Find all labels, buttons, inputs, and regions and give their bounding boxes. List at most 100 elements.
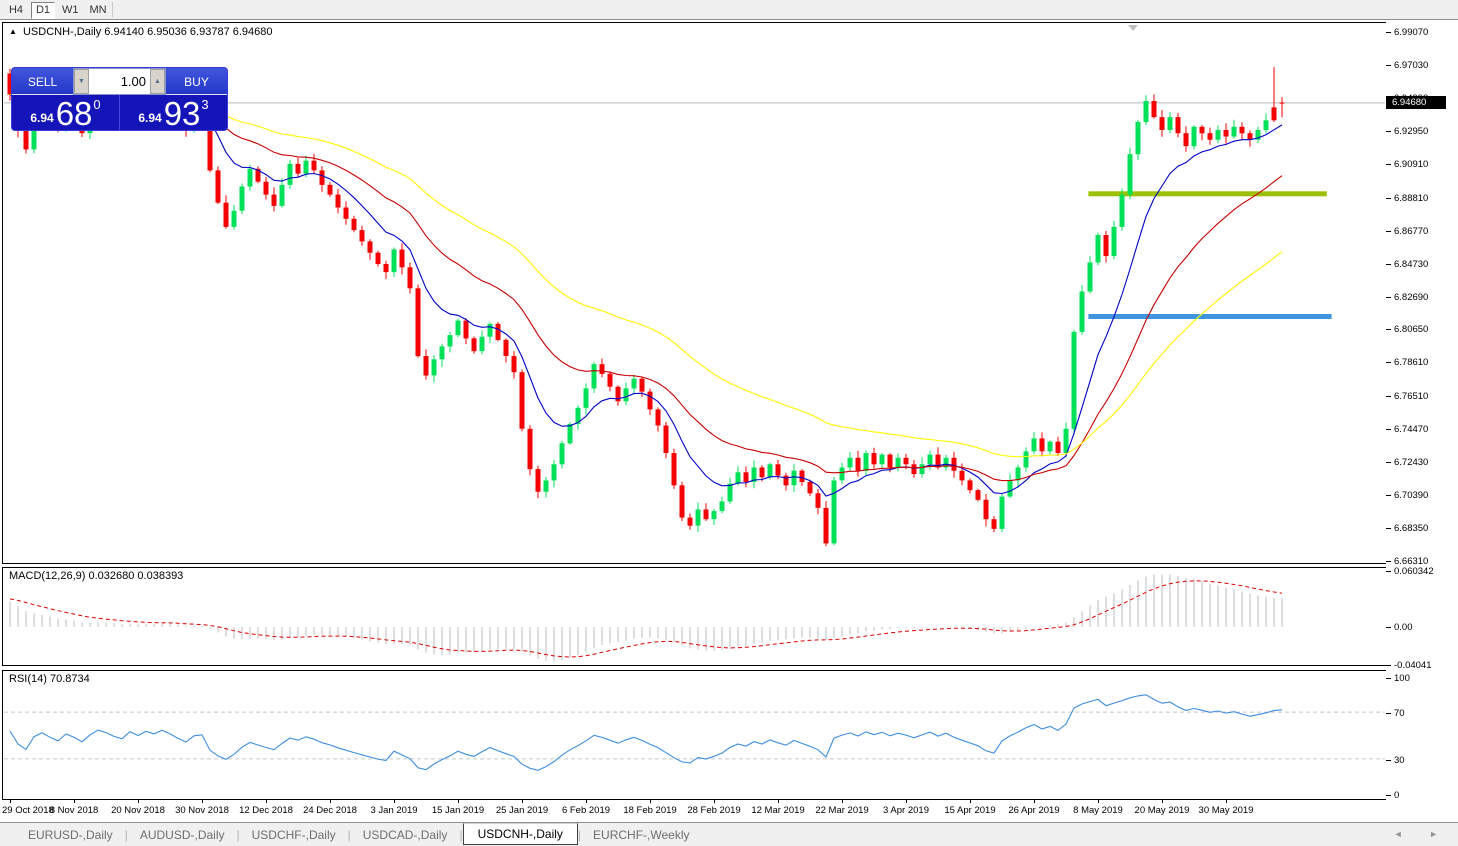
price-tick-label: 6.68350 (1394, 523, 1428, 534)
buy-price-big: 93 (164, 98, 201, 129)
timeframe-h4-button[interactable]: H4 (4, 2, 28, 19)
volume-increase-button[interactable]: ▲ (150, 69, 165, 94)
macd-tick-mark (1386, 665, 1391, 666)
tab-scroll-left-icon[interactable]: ◄ (1394, 829, 1415, 839)
date-tick-label: 20 Nov 2018 (111, 805, 165, 816)
price-tick-mark (1386, 164, 1391, 165)
macd-tick-label: -0.04041 (1394, 660, 1432, 671)
timeframe-mn-button[interactable]: MN (86, 2, 111, 19)
macd-tick-label: 0.060342 (1394, 566, 1434, 577)
date-tick-label: 29 Oct 2018 (2, 805, 54, 816)
buy-price-sup: 3 (201, 97, 208, 112)
timeframe-buttons: H4D1W1MN (4, 1, 111, 19)
buy-price-small: 6.94 (138, 111, 161, 125)
date-tick-mark (778, 800, 779, 803)
rsi-level-lines (4, 712, 1385, 759)
price-tick-mark (1386, 297, 1391, 298)
toolbar-separator (112, 2, 113, 17)
volume-input[interactable] (89, 69, 150, 94)
date-tick-label: 24 Dec 2018 (303, 805, 357, 816)
date-tick-label: 25 Jan 2019 (496, 805, 548, 816)
rsi-tick-mark (1386, 678, 1391, 679)
price-tick-mark (1386, 561, 1391, 562)
date-tick-label: 12 Dec 2018 (239, 805, 293, 816)
volume-decrease-button[interactable]: ▼ (74, 69, 89, 94)
date-tick-label: 30 Nov 2018 (175, 805, 229, 816)
symbol-tab-bar: EURUSD-,Daily|AUDUSD-,Daily|USDCHF-,Dail… (0, 822, 1458, 846)
sell-price-big: 68 (56, 98, 93, 129)
tab-usdcnh[interactable]: USDCNH-,Daily (463, 823, 578, 845)
price-tick-label: 6.82690 (1394, 292, 1428, 303)
macd-tick-label: 0.00 (1394, 622, 1413, 633)
date-tick-label: 3 Apr 2019 (883, 805, 929, 816)
chart-header: ▲ USDCNH-,Daily 6.94140 6.95036 6.93787 … (9, 26, 273, 38)
price-tick-label: 6.99070 (1394, 27, 1428, 38)
tab-usdcad[interactable]: USDCAD-,Daily (351, 825, 460, 845)
timeframe-d1-button[interactable]: D1 (31, 2, 55, 19)
date-tick-label: 28 Feb 2019 (687, 805, 740, 816)
price-tick-label: 6.92950 (1394, 126, 1428, 137)
macd-tick-mark (1386, 627, 1391, 628)
tab-usdchf[interactable]: USDCHF-,Daily (240, 825, 348, 845)
macd-panel[interactable]: MACD(12,26,9) 0.032680 0.038393 (2, 567, 1387, 666)
macd-signal-line (10, 581, 1282, 657)
price-tick-mark (1386, 495, 1391, 496)
date-tick-mark (266, 800, 267, 803)
volume-spinner: ▼ ▲ (73, 68, 166, 95)
timeframe-w1-button[interactable]: W1 (58, 2, 83, 19)
price-axis: 6.990706.970306.949906.929506.909106.888… (1386, 22, 1458, 820)
price-tick-label: 6.72430 (1394, 457, 1428, 468)
current-price-label: 6.94680 (1386, 96, 1446, 109)
date-tick-label: 20 May 2019 (1135, 805, 1190, 816)
price-tick-mark (1386, 462, 1391, 463)
date-tick-label: 18 Feb 2019 (623, 805, 676, 816)
rsi-panel[interactable]: RSI(14) 70.8734 (2, 670, 1387, 800)
date-tick-mark (394, 800, 395, 803)
price-tick-label: 6.86770 (1394, 226, 1428, 237)
macd-tick-mark (1386, 571, 1391, 572)
rsi-canvas (3, 671, 1386, 799)
date-tick-mark (138, 800, 139, 803)
collapse-icon[interactable]: ▲ (9, 27, 17, 36)
main-chart-panel[interactable]: ▲ USDCNH-,Daily 6.94140 6.95036 6.93787 … (2, 22, 1387, 564)
rsi-tick-label: 100 (1394, 673, 1410, 684)
date-tick-label: 12 Mar 2019 (751, 805, 804, 816)
price-tick-mark (1386, 528, 1391, 529)
date-tick-label: 26 Apr 2019 (1008, 805, 1059, 816)
macd-name: MACD(12,26,9) (9, 570, 85, 582)
tab-audusd[interactable]: AUDUSD-,Daily (128, 825, 237, 845)
moving-average-lines-layer (10, 95, 1282, 497)
date-tick-mark (650, 800, 651, 803)
price-tick-mark (1386, 396, 1391, 397)
tab-eurchf[interactable]: EURCHF-,Weekly (581, 825, 701, 845)
buy-price[interactable]: 6.94 93 3 (119, 95, 227, 131)
rsi-tick-label: 70 (1394, 708, 1405, 719)
one-click-trading-widget: SELL ▼ ▲ BUY 6.94 68 0 6.94 93 3 (11, 67, 228, 131)
date-tick-mark (458, 800, 459, 803)
price-tick-label: 6.84730 (1394, 259, 1428, 270)
price-tick-mark (1386, 264, 1391, 265)
price-tick-label: 6.80650 (1394, 324, 1428, 335)
date-tick-label: 8 Nov 2018 (50, 805, 99, 816)
tab-scroll-right-icon[interactable]: ► (1429, 829, 1450, 839)
date-tick-mark (522, 800, 523, 803)
price-tick-label: 6.90910 (1394, 159, 1428, 170)
symbol-tabs: EURUSD-,Daily|AUDUSD-,Daily|USDCHF-,Dail… (16, 825, 701, 845)
date-tick-label: 15 Jan 2019 (432, 805, 484, 816)
candles-layer (8, 67, 1285, 546)
sell-button[interactable]: SELL (12, 68, 73, 95)
date-tick-mark (1162, 800, 1163, 803)
tab-eurusd[interactable]: EURUSD-,Daily (16, 825, 125, 845)
sell-price[interactable]: 6.94 68 0 (12, 95, 119, 131)
chart-symbol-label: USDCNH-,Daily (23, 26, 101, 38)
rsi-tick-label: 30 (1394, 755, 1405, 766)
date-tick-mark (906, 800, 907, 803)
date-tick-label: 22 Mar 2019 (815, 805, 868, 816)
macd-label: MACD(12,26,9) 0.032680 0.038393 (9, 570, 183, 582)
price-tick-mark (1386, 362, 1391, 363)
price-tick-label: 6.78610 (1394, 357, 1428, 368)
price-tick-mark (1386, 198, 1391, 199)
buy-button[interactable]: BUY (166, 68, 227, 95)
date-tick-mark (714, 800, 715, 803)
horizontal-lines-layer (1088, 191, 1331, 319)
